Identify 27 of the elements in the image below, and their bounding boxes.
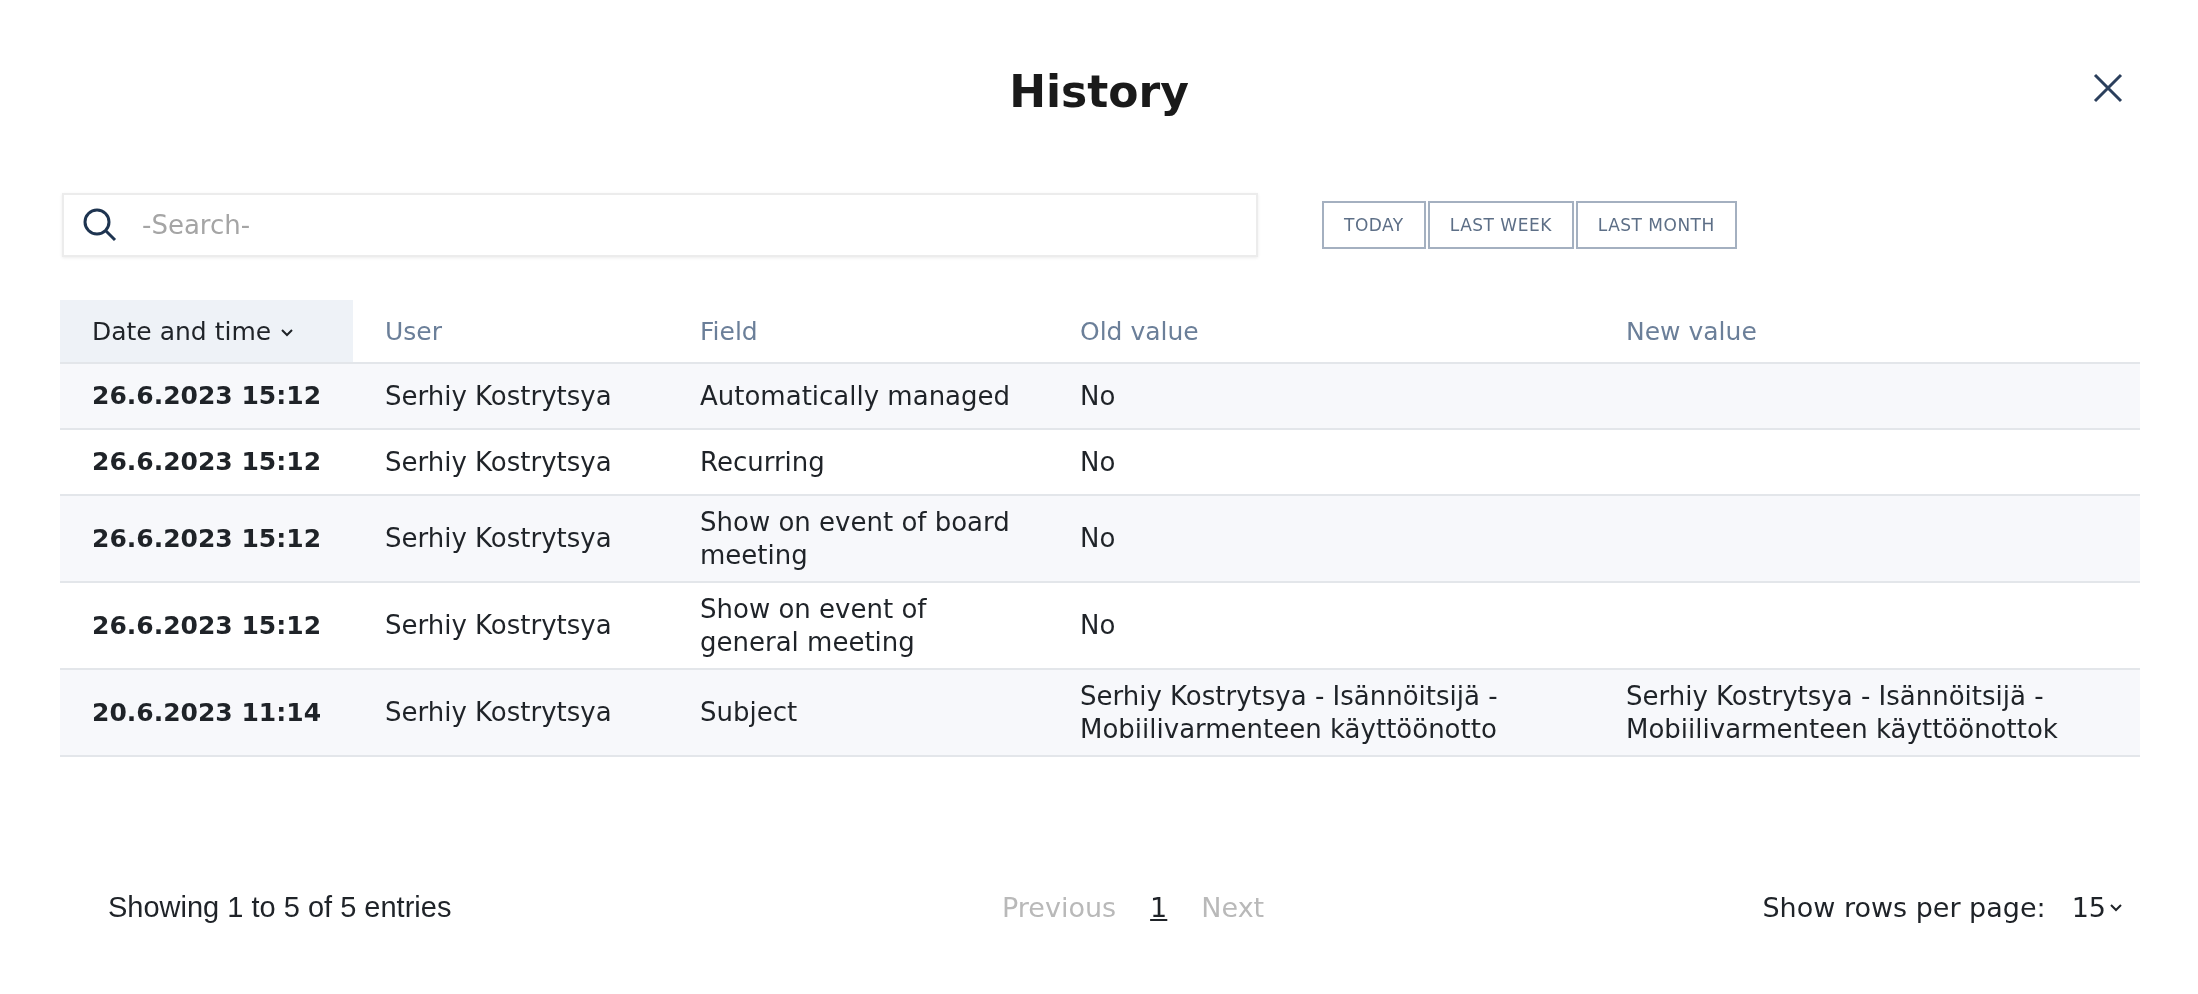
rows-per-page-select[interactable]: 15 bbox=[2071, 892, 2122, 923]
dialog-title: History bbox=[1009, 65, 1189, 117]
table-cell: 20.6.2023 11:14 bbox=[60, 669, 353, 756]
table-cell: No bbox=[1048, 363, 1594, 429]
table-cell: Serhiy Kostrytsya - Isännöitsijä - Mobiilivarmenteen käyttöönotto bbox=[1048, 669, 1594, 756]
column-header[interactable]: Date and time bbox=[60, 300, 353, 363]
table-cell: Show on event of board meeting bbox=[668, 495, 1048, 582]
pager-link[interactable]: 1 bbox=[1150, 892, 1168, 923]
table-cell: Serhiy Kostrytsya bbox=[353, 363, 668, 429]
table-cell: No bbox=[1048, 495, 1594, 582]
table-cell: Serhiy Kostrytsya bbox=[353, 495, 668, 582]
table-cell: Automatically managed bbox=[668, 363, 1048, 429]
table-cell: Serhiy Kostrytsya - Isännöitsijä - Mobiilivarmenteen käyttöönottok bbox=[1594, 669, 2140, 756]
table-cell: 26.6.2023 15:12 bbox=[60, 363, 353, 429]
date-filter-button[interactable]: LAST WEEK bbox=[1427, 201, 1574, 249]
caret-icon bbox=[2110, 903, 2122, 912]
table-cell: Serhiy Kostrytsya bbox=[353, 669, 668, 756]
table-cell: Subject bbox=[668, 669, 1048, 756]
table-cell: 26.6.2023 15:12 bbox=[60, 495, 353, 582]
close-icon bbox=[2092, 72, 2124, 104]
date-filter-button[interactable]: LAST MONTH bbox=[1575, 201, 1737, 249]
rows-per-page-label: Show rows per page: bbox=[1762, 892, 2046, 923]
search-icon bbox=[82, 207, 118, 243]
entries-info: Showing 1 to 5 of 5 entries bbox=[108, 891, 453, 924]
search-field[interactable]: -Search- bbox=[62, 193, 1258, 257]
caret-icon bbox=[281, 328, 294, 337]
date-filter-button[interactable]: TODAY bbox=[1322, 201, 1426, 249]
